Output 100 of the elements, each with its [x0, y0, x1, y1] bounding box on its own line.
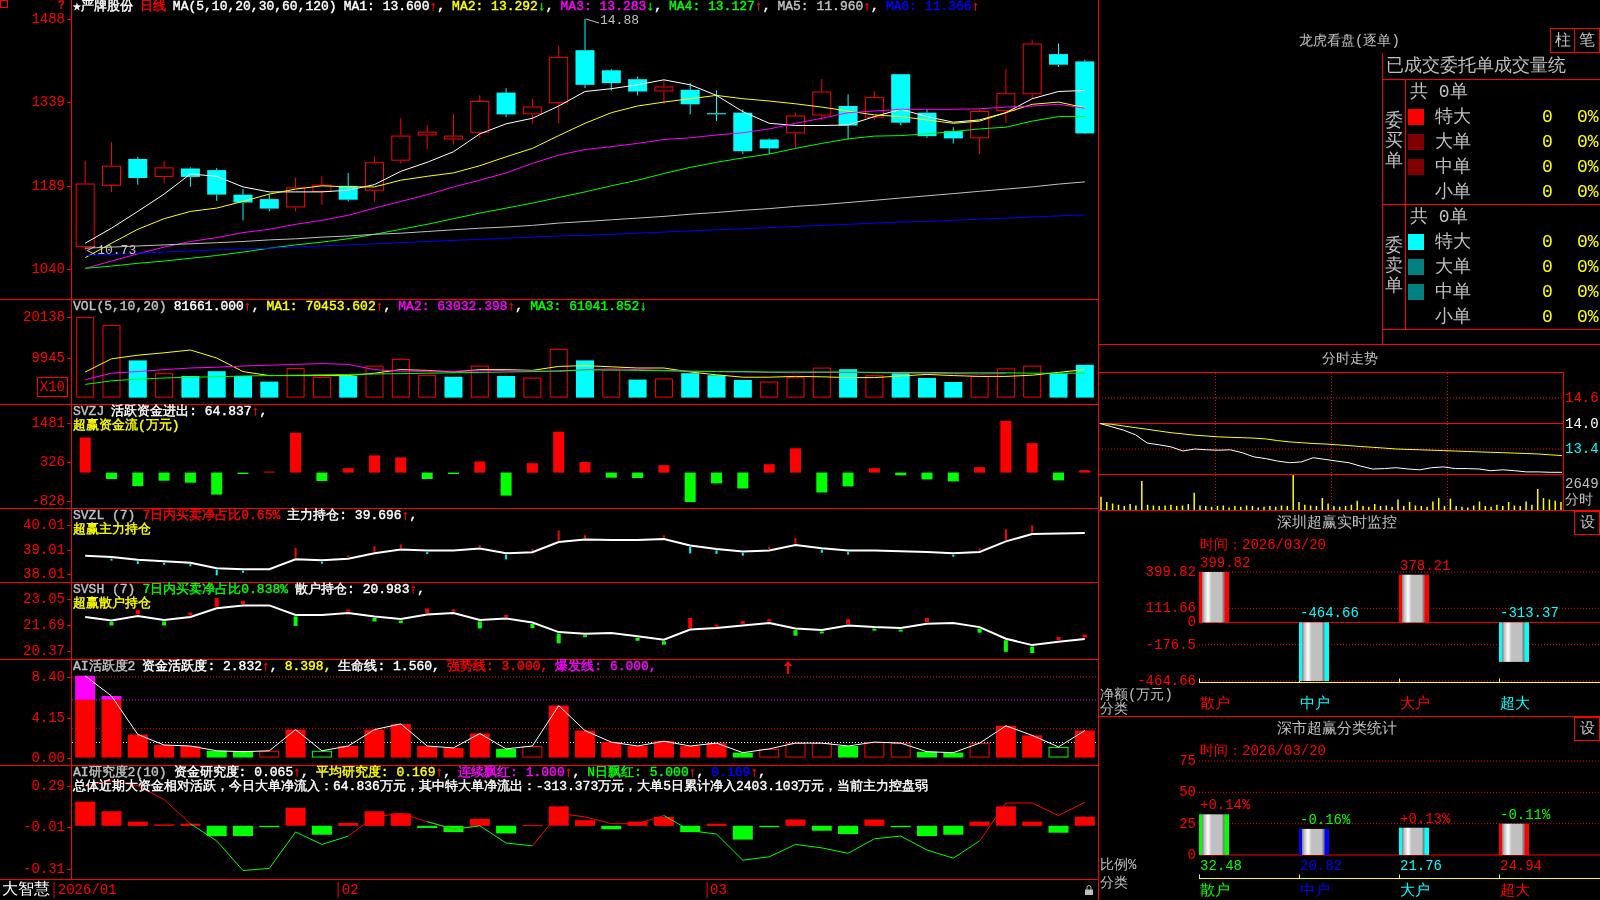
volume-bar	[681, 373, 700, 398]
research-bar	[496, 825, 517, 834]
legend-text: AI研究度2(10)	[73, 766, 167, 780]
candle	[891, 73, 911, 126]
date-label: 03	[706, 882, 727, 898]
volume-bar	[365, 365, 384, 398]
activity-bar	[469, 733, 490, 758]
candle	[154, 160, 174, 184]
order-count: 0	[1542, 256, 1553, 277]
research-bar	[338, 823, 359, 826]
research-bar	[180, 823, 201, 826]
volume-bar	[996, 368, 1015, 398]
fund-flow-bar	[158, 472, 170, 481]
volume-bar	[234, 376, 252, 398]
fund-flow-bar	[921, 472, 933, 480]
timestamp: 时间：2026/03/20	[1200, 536, 1326, 553]
research-bar	[285, 807, 306, 826]
axis-title: 分类	[1100, 876, 1128, 890]
panel-title: 深市超赢分类统计	[1276, 720, 1397, 738]
activity-bar	[601, 742, 622, 758]
order-count: 0	[1542, 131, 1553, 152]
activity-bar	[680, 746, 701, 758]
bar	[1299, 828, 1329, 855]
research-bar	[969, 821, 990, 826]
volume-bar	[312, 376, 331, 398]
order-total: 共 0单	[1410, 207, 1468, 227]
activity-bar	[811, 743, 832, 758]
legend-text: 7日内买卖净占比0.838%	[142, 583, 289, 597]
mode-button[interactable]: 笔	[1574, 28, 1600, 53]
fund-flow-bar	[658, 465, 670, 473]
fund-flow-bar	[79, 437, 91, 473]
candle	[628, 75, 648, 96]
order-size-label: 特大	[1435, 231, 1472, 252]
research-bar	[1048, 825, 1069, 833]
fund-flow-bar	[579, 462, 591, 473]
volume-bar	[549, 348, 568, 398]
axis-tick-label: 1189	[31, 177, 72, 194]
panel-title: 分时走势	[1321, 350, 1378, 367]
activity-bar	[864, 742, 885, 758]
order-count: 0	[1542, 181, 1553, 202]
candle	[417, 125, 437, 150]
candle	[312, 175, 332, 206]
axis-tick-label: 39.01	[23, 541, 72, 558]
volume-bar	[260, 381, 279, 398]
axis-tick-label: -0.31	[23, 860, 72, 877]
research-bar	[864, 819, 885, 826]
candle	[444, 113, 463, 145]
panel-title: 深圳超赢实时监控	[1276, 514, 1397, 532]
legend-text: N日飘红: 5.000↑,	[587, 766, 705, 780]
settings-button[interactable]: 设	[1574, 717, 1600, 741]
order-size-label: 大单	[1435, 256, 1472, 277]
legend-text: MA(5,10,20,30,60,120)	[172, 0, 337, 14]
activity-bar	[732, 752, 753, 758]
research-bar	[417, 825, 438, 828]
candle	[338, 172, 358, 202]
activity-bar	[338, 746, 359, 758]
candle	[286, 177, 306, 212]
axis-title: 净额(万元)	[1100, 688, 1173, 702]
candle	[812, 78, 832, 121]
candle	[496, 87, 516, 118]
candle	[522, 98, 542, 124]
category-label: 散户	[1200, 697, 1230, 712]
mode-button[interactable]: 柱	[1550, 28, 1575, 53]
bar	[1299, 622, 1329, 681]
value-label: 32.48	[1200, 859, 1242, 873]
fund-flow-bar	[526, 463, 538, 473]
order-share: 0%	[1577, 156, 1599, 177]
change-label: -0.11%	[1500, 807, 1551, 822]
square-icon[interactable]	[0, 0, 8, 8]
fund-flow-bar	[605, 472, 617, 478]
axis-tick-label: 23.05	[23, 590, 72, 607]
fund-flow-bar	[974, 467, 986, 473]
legend-text: 0.169↑,	[711, 766, 766, 780]
volume-bar	[523, 377, 542, 398]
activity-bar	[1022, 735, 1043, 758]
axis-tick-label: 14.0	[1565, 416, 1599, 431]
volume-bar	[970, 376, 989, 398]
order-size-label: 中单	[1435, 156, 1472, 177]
category-label: 超大	[1500, 884, 1530, 899]
fund-flow-bar	[868, 468, 880, 473]
research-bar	[943, 825, 964, 835]
order-share: 0%	[1577, 256, 1599, 277]
research-bar	[101, 811, 122, 826]
help-mark[interactable]: ?	[57, 0, 65, 12]
candle	[575, 18, 595, 89]
activity-bar	[154, 745, 175, 758]
axis-tick-label: 8.40	[31, 668, 72, 685]
category-label: 中户	[1300, 884, 1330, 899]
candle	[180, 166, 200, 188]
candle	[943, 126, 963, 144]
axis-tick-label: 0.00	[31, 749, 72, 766]
axis-tick-label: 0	[1187, 848, 1196, 862]
value-label: -313.37	[1500, 606, 1559, 621]
candle	[707, 89, 726, 122]
order-size-label: 特大	[1435, 106, 1472, 127]
activity-bar	[575, 730, 595, 758]
legend-text: MA6: 11.366↑	[885, 0, 980, 14]
settings-button[interactable]: 设	[1574, 511, 1600, 535]
research-bar	[469, 818, 490, 826]
fund-flow-bar	[1079, 470, 1091, 473]
